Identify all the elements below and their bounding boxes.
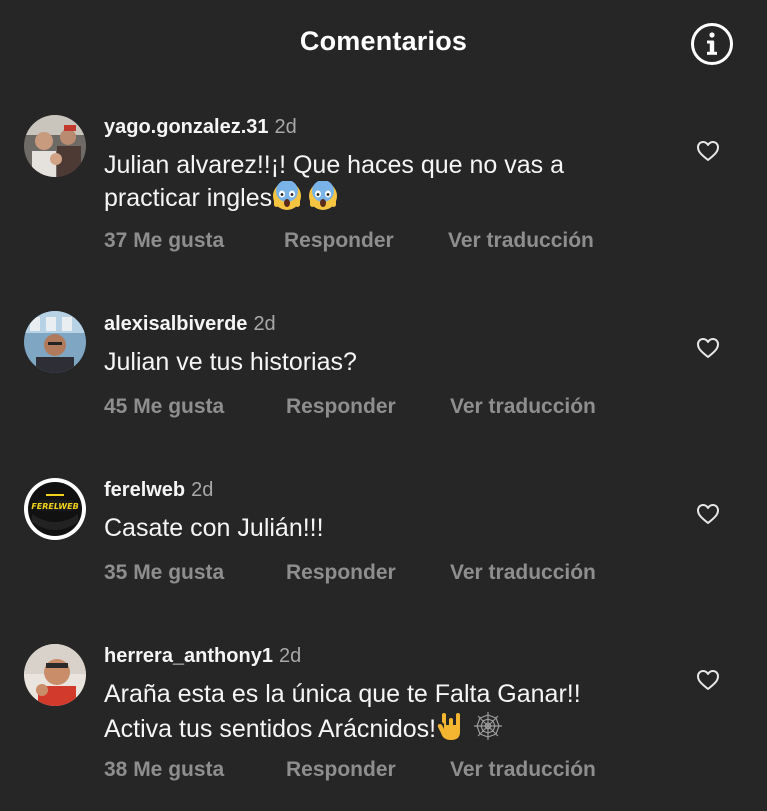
comment-text-line: Araña esta es la única que te Falta Gana… [104, 680, 581, 708]
comment-actions: 45 Me gusta Responder Ver traducción [104, 395, 596, 419]
comment-text-line: Casate con Julián!!! [104, 514, 324, 542]
reply-button[interactable]: Responder [286, 758, 396, 782]
comment-text: Araña esta es la única que te Falta Gana… [104, 679, 674, 750]
info-icon [691, 23, 733, 65]
comment-age: 2d [278, 645, 302, 667]
likes-count[interactable]: 45 Me gusta [104, 395, 224, 418]
heart-icon [697, 670, 719, 690]
reply-button[interactable]: Responder [284, 229, 394, 253]
likes-count[interactable]: 37 Me gusta [104, 229, 224, 252]
avatar[interactable] [24, 115, 86, 177]
comment-text-part: practicar ingles [104, 184, 273, 212]
comment-text-line: Julian ve tus historias? [104, 348, 357, 376]
likes-count[interactable]: 38 Me gusta [104, 758, 224, 781]
comment-actions: 38 Me gusta Responder Ver traducción [104, 758, 596, 782]
reply-button[interactable]: Responder [286, 395, 396, 419]
username-line: ferelweb 2d [104, 479, 213, 502]
comment-actions: 37 Me gusta Responder Ver traducción [104, 229, 594, 253]
header: Comentarios [0, 0, 767, 88]
heart-icon [697, 338, 719, 358]
avatar[interactable] [24, 644, 86, 706]
avatar[interactable] [24, 311, 86, 373]
translate-button[interactable]: Ver traducción [448, 229, 594, 253]
avatar-photo: FERELWEB [24, 478, 86, 540]
comment-age: 2d [191, 479, 214, 501]
avatar-photo [24, 311, 86, 373]
rock-hand-emoji-icon [436, 712, 468, 750]
likes-count[interactable]: 35 Me gusta [104, 561, 224, 584]
username-line: herrera_anthony1 2d [104, 645, 301, 668]
comment-text-line: Activa tus sentidos Arácnidos! [104, 710, 674, 750]
info-button[interactable] [690, 22, 734, 66]
comment-text: Casate con Julián!!! [104, 513, 674, 544]
like-button[interactable] [696, 139, 720, 163]
like-button[interactable] [696, 336, 720, 360]
avatar[interactable]: FERELWEB [24, 478, 86, 540]
translate-button[interactable]: Ver traducción [450, 395, 596, 419]
translate-button[interactable]: Ver traducción [450, 758, 596, 782]
username-line: alexisalbiverde 2d [104, 313, 276, 336]
comment-text-line: practicar ingles [104, 180, 674, 219]
reply-button[interactable]: Responder [286, 561, 396, 585]
comment-username[interactable]: ferelweb [104, 479, 185, 501]
scream-emoji-icon [272, 180, 302, 219]
page-title: Comentarios [299, 26, 468, 56]
comment-actions: 35 Me gusta Responder Ver traducción [104, 561, 596, 585]
spider-web-emoji-icon [472, 710, 504, 750]
username-line: yago.gonzalez.31 2d [104, 116, 297, 139]
comment-text: Julian alvarez!!¡! Que haces que no vas … [104, 150, 674, 219]
like-button[interactable] [696, 668, 720, 692]
comment-username[interactable]: yago.gonzalez.31 [104, 116, 269, 138]
comment-username[interactable]: herrera_anthony1 [104, 645, 273, 667]
comment-text-part: Activa tus sentidos Arácnidos! [104, 715, 437, 743]
heart-icon [697, 141, 719, 161]
scream-emoji-icon [308, 180, 338, 219]
like-button[interactable] [696, 502, 720, 526]
comment-age: 2d [274, 116, 297, 138]
translate-button[interactable]: Ver traducción [450, 561, 596, 585]
comment-username[interactable]: alexisalbiverde [104, 313, 247, 335]
comment-text-line: Julian alvarez!!¡! Que haces que no vas … [104, 151, 564, 179]
avatar-photo [24, 644, 86, 706]
comment-age: 2d [253, 313, 276, 335]
comment-text: Julian ve tus historias? [104, 347, 674, 378]
heart-icon [697, 504, 719, 524]
avatar-photo [24, 115, 86, 177]
avatar-logo-text: FERELWEB [31, 502, 78, 511]
